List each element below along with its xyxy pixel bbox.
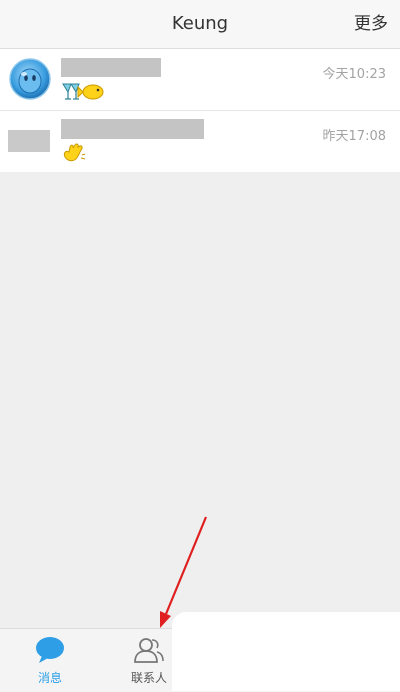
- top-bar: Keung 更多: [0, 0, 400, 49]
- contacts-icon: [134, 638, 164, 663]
- qq-avatar: [9, 58, 51, 100]
- page-title: Keung: [171, 13, 229, 34]
- contact-name-redacted: [61, 58, 161, 77]
- conversation-list: 今天10:23 昨天17:08: [0, 49, 400, 172]
- more-button[interactable]: 更多: [354, 0, 388, 48]
- conversation-row[interactable]: 今天10:23: [0, 49, 400, 111]
- tab-messages-label: 消息: [37, 671, 62, 685]
- toast-and-fish-emoji-icon: [62, 83, 104, 100]
- conversation-row[interactable]: 昨天17:08: [0, 111, 400, 172]
- avatar-redacted: [8, 130, 50, 152]
- tab-messages[interactable]: 消息: [18, 629, 82, 692]
- chat-bubble-icon: [36, 637, 64, 663]
- contact-name-redacted: [61, 119, 204, 139]
- cropped-overlay: [172, 612, 400, 691]
- timestamp: 今天10:23: [322, 67, 386, 82]
- timestamp: 昨天17:08: [322, 129, 386, 144]
- waving-hand-emoji-icon: [63, 143, 86, 162]
